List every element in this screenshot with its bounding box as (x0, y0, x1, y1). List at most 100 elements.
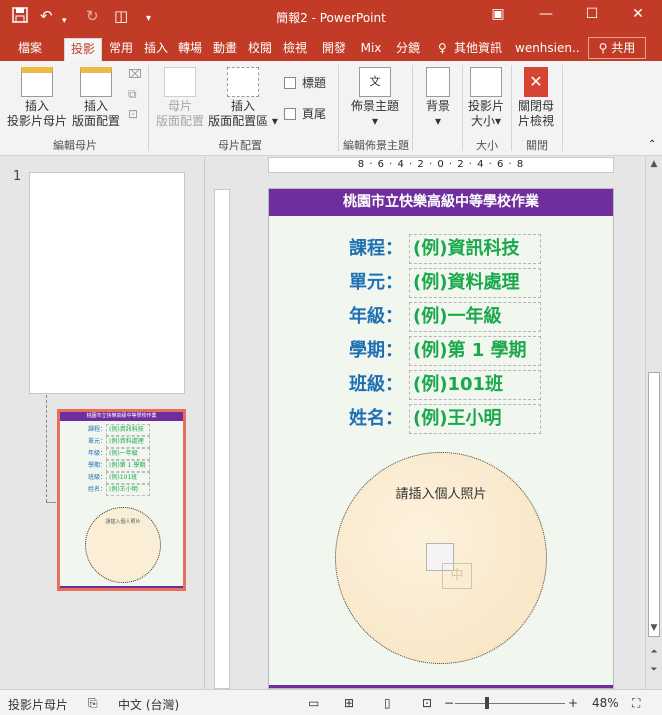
slide-master-thumbnail[interactable] (29, 172, 185, 394)
group-label-master-layout: 母片配置 (218, 139, 262, 152)
photo-placeholder[interactable]: 請插入個人照片 中 (335, 452, 547, 664)
ribbon-options-icon[interactable]: ▣ (482, 6, 514, 22)
checkbox-label: 頁尾 (302, 107, 327, 121)
ruler-labels: 8 · 6 · 4 · 2 · 0 · 2 · 4 · 6 · 8 (357, 159, 525, 170)
field-placeholder[interactable]: (例)資訊科技 (409, 234, 541, 264)
slide-sorter-icon[interactable]: ⊞ (344, 696, 354, 710)
tab-view[interactable]: 檢視 (280, 38, 310, 61)
field-label: 學期： (349, 340, 403, 361)
label-line2: 投影片母片 (6, 114, 67, 128)
footer-checkbox[interactable]: 頁尾 (284, 105, 326, 122)
collapse-ribbon-icon[interactable]: ⌃ (648, 139, 656, 150)
share-button[interactable]: ⚲ 共用 (588, 37, 646, 59)
scroll-thumb[interactable] (648, 372, 660, 637)
tab-mix[interactable]: Mix (357, 38, 385, 61)
field-label: 姓名： (349, 408, 403, 429)
label-line1: 插入 (230, 99, 255, 113)
zoom-in-button[interactable]: + (568, 696, 578, 710)
dropdown-arrow-icon: ▾ (371, 114, 379, 128)
field-placeholder[interactable]: (例)一年級 (409, 302, 541, 332)
tab-slide-master[interactable]: 投影片 (64, 38, 102, 77)
next-slide-icon[interactable]: ⏷ (646, 665, 662, 675)
slide-size-icon (470, 67, 502, 97)
background-button[interactable]: 背景 ▾ (419, 67, 457, 129)
field-label: 課程： (349, 238, 403, 259)
zoom-slider-knob[interactable] (485, 697, 489, 709)
proofing-icon[interactable]: ⎘ (88, 696, 98, 711)
layout-thumbnail[interactable]: 桃園市立快樂高級中等學校作業 課程： (例)資訊科技 單元： (例)資料處理 年級：… (57, 409, 186, 591)
themes-button[interactable]: 文 佈景主題 ▾ (346, 67, 404, 129)
tab-developer[interactable]: 開發人 (315, 38, 353, 61)
separator (148, 65, 149, 151)
themes-icon: 文 (359, 67, 391, 97)
label-line1: 投影片 (467, 99, 504, 113)
tab-transitions[interactable]: 轉場 (175, 38, 205, 61)
preserve-icon[interactable]: ⊡ (128, 107, 138, 121)
slide-editor[interactable]: 8 · 6 · 4 · 2 · 0 · 2 · 4 · 6 · 8 桃園市立快樂… (206, 157, 644, 689)
tab-file[interactable]: 檔案 (12, 38, 48, 61)
master-layout-button[interactable]: 母片 版面配置 (154, 67, 206, 129)
master-layout-icon (164, 67, 196, 97)
slideshow-icon[interactable]: ⊡ (422, 696, 432, 710)
field-placeholder[interactable]: (例)第 1 學期 (409, 336, 541, 366)
insert-placeholder-button[interactable]: 插入 版面配置區 ▾ (207, 67, 279, 129)
zoom-level[interactable]: 48% (592, 696, 619, 710)
field-label: 年級： (349, 306, 403, 327)
field-placeholder[interactable]: (例)資料處理 (409, 268, 541, 298)
group-label-edit-theme: 編輯佈景主題 (343, 139, 409, 152)
normal-view-icon[interactable]: ▭ (308, 696, 319, 710)
zoom-slider-track[interactable] (455, 703, 565, 704)
prev-slide-icon[interactable]: ⏶ (646, 647, 662, 657)
user-name[interactable]: wenhsien... (515, 38, 581, 60)
tab-animations[interactable]: 動畫 (210, 38, 240, 61)
label-line1: 關閉母 (517, 99, 554, 113)
checkbox-box (284, 108, 296, 120)
label-line1: 插入 (83, 99, 108, 113)
scroll-down-icon[interactable]: ▼ (646, 623, 662, 633)
horizontal-ruler: 8 · 6 · 4 · 2 · 0 · 2 · 4 · 6 · 8 (268, 157, 614, 173)
layout-icon (80, 67, 112, 97)
label-line1: 佈景主題 (350, 99, 399, 113)
reading-view-icon[interactable]: ▯ (384, 696, 391, 710)
insert-slide-master-button[interactable]: 插入 投影片母片 (4, 67, 70, 129)
separator (562, 65, 563, 151)
vertical-scrollbar[interactable]: ▲ ▼ ⏶ ⏷ (645, 157, 662, 689)
field-label: 單元： (349, 272, 403, 293)
zoom-out-button[interactable]: − (444, 696, 454, 710)
title-checkbox[interactable]: 標題 (284, 74, 326, 91)
title-bar: ↶ ▾ ↻ ◫ ▾ 簡報2 - PowerPoint ▣ — ☐ ✕ (0, 0, 662, 34)
tab-home[interactable]: 常用 (107, 38, 135, 61)
maximize-button[interactable]: ☐ (576, 6, 608, 22)
lightbulb-icon: ♀ (438, 41, 447, 55)
thumbnail-pane[interactable]: 1 桃園市立快樂高級中等學校作業 課程： (例)資訊科技 單元： (例)資料處理 年… (0, 157, 205, 689)
minimize-button[interactable]: — (530, 6, 562, 22)
slide-bottom-band (269, 685, 613, 688)
label-line2: 大小▾ (470, 114, 502, 128)
tab-insert[interactable]: 插入 (141, 38, 171, 61)
language-label[interactable]: 中文 (台灣) (118, 696, 179, 713)
slide-canvas[interactable]: 桃園市立快樂高級中等學校作業 課程： (例)資訊科技 單元： (例)資料處理 年… (268, 188, 614, 689)
vertical-ruler (214, 189, 230, 689)
slide-size-button[interactable]: 投影片 大小▾ (465, 67, 507, 129)
label-line2: 片檢視 (517, 114, 554, 128)
label-line1: 母片 (167, 99, 192, 113)
slide-header[interactable]: 桃園市立快樂高級中等學校作業 (269, 189, 613, 216)
field-placeholder[interactable]: (例)101班 (409, 370, 541, 400)
insert-layout-button[interactable]: 插入 版面配置 (70, 67, 122, 129)
ribbon-tabs: 檔案 投影片 常用 插入 轉場 動畫 校閱 檢視 開發人 Mix 分鏡腳 ♀ 其… (0, 34, 662, 77)
separator (462, 65, 463, 151)
placeholder-icon (227, 67, 259, 97)
close-master-view-button[interactable]: ✕ 關閉母 片檢視 (514, 67, 558, 129)
scroll-up-icon[interactable]: ▲ (646, 159, 662, 169)
rename-icon[interactable]: ⧉ (128, 87, 137, 102)
delete-icon[interactable]: ⌧ (128, 67, 142, 81)
tab-storyboard[interactable]: 分鏡腳 (389, 38, 427, 61)
field-placeholder[interactable]: (例)王小明 (409, 404, 541, 434)
tell-me[interactable]: 其他資訊 (454, 38, 502, 60)
thumb-row: 班級： (例)101班 (88, 472, 151, 484)
tab-review[interactable]: 校閱 (245, 38, 275, 61)
close-button[interactable]: ✕ (622, 6, 654, 22)
fit-to-window-icon[interactable]: ⛶ (632, 696, 640, 711)
group-label-close: 關閉 (526, 139, 548, 152)
status-bar: 投影片母片 ⎘ 中文 (台灣) ▭ ⊞ ▯ ⊡ − + 48% ⛶ (0, 689, 662, 715)
